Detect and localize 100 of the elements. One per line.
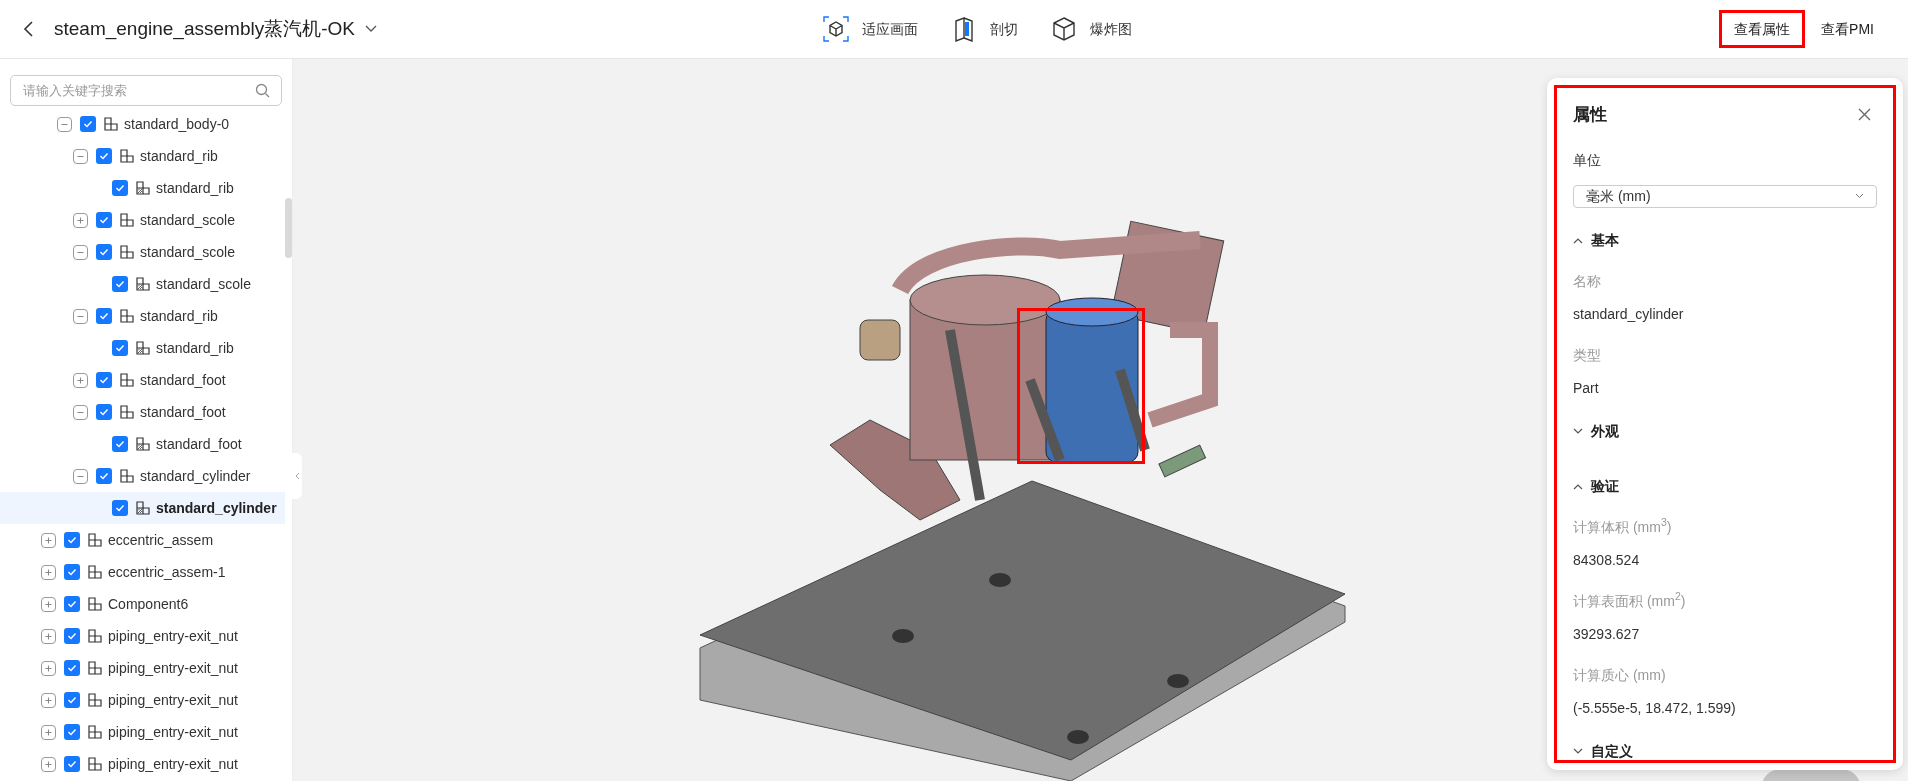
unit-select[interactable]: 毫米 (mm)	[1573, 184, 1877, 208]
tree-row[interactable]: standard_rib	[0, 332, 285, 364]
collapse-toggle[interactable]	[72, 148, 88, 164]
collapse-toggle[interactable]	[72, 244, 88, 260]
tree-row[interactable]: piping_entry-exit_nut	[0, 716, 285, 748]
tree-row[interactable]: eccentric_assem-1	[0, 556, 285, 588]
panel-title: 属性	[1573, 104, 1607, 126]
tree-row[interactable]: piping_entry-exit_nut	[0, 748, 285, 780]
plus-icon	[43, 727, 53, 737]
search-icon[interactable]	[255, 83, 270, 98]
tree-row[interactable]: standard_scole	[0, 268, 285, 300]
tree-row[interactable]: piping_entry-exit_nut	[0, 620, 285, 652]
tree-row[interactable]: standard_scole	[0, 236, 285, 268]
checkbox[interactable]	[96, 308, 112, 324]
collapse-toggle[interactable]	[72, 404, 88, 420]
checkmark-icon	[67, 535, 77, 545]
toolbar-button[interactable]: 剖切	[950, 15, 1018, 43]
section-header[interactable]: 自定义	[1573, 740, 1877, 762]
part-icon	[136, 181, 150, 195]
header-action-button[interactable]: 查看PMI	[1809, 10, 1886, 48]
expand-toggle[interactable]	[40, 756, 56, 772]
tree-row[interactable]: standard_foot	[0, 396, 285, 428]
collapse-toggle[interactable]	[72, 308, 88, 324]
checkbox[interactable]	[96, 212, 112, 228]
tree-row[interactable]: piping_entry-exit_nut	[0, 684, 285, 716]
checkbox[interactable]	[64, 692, 80, 708]
part-icon	[136, 437, 150, 451]
expand-toggle[interactable]	[40, 724, 56, 740]
chevron-down-icon[interactable]	[364, 25, 377, 33]
field-label: 计算体积 (mm$^{3}$)	[1573, 516, 1673, 537]
expand-toggle[interactable]	[40, 564, 56, 580]
plus-icon	[75, 215, 85, 225]
tree-label: standard_rib	[140, 146, 218, 166]
assembly-icon	[104, 117, 118, 131]
checkbox[interactable]	[112, 500, 128, 516]
tree-row[interactable]: standard_body-0	[0, 108, 285, 140]
checkbox[interactable]	[64, 756, 80, 772]
field-value: Part	[1573, 378, 1600, 398]
tree-row[interactable]: Component6	[0, 588, 285, 620]
checkmark-icon	[99, 311, 109, 321]
section-header[interactable]: 基本	[1573, 229, 1877, 251]
plus-icon	[43, 631, 53, 641]
collapse-handle[interactable]	[292, 453, 302, 499]
tree-row[interactable]: standard_cylinder	[0, 460, 285, 492]
expand-toggle[interactable]	[40, 692, 56, 708]
checkbox[interactable]	[64, 660, 80, 676]
checkmark-icon	[115, 279, 125, 289]
checkbox[interactable]	[96, 404, 112, 420]
checkbox[interactable]	[112, 340, 128, 356]
expand-toggle[interactable]	[40, 532, 56, 548]
expand-toggle[interactable]	[40, 596, 56, 612]
tree-row[interactable]: piping_entry-exit_nut	[0, 652, 285, 684]
checkbox[interactable]	[80, 116, 96, 132]
tree-row[interactable]: standard_rib	[0, 140, 285, 172]
checkbox[interactable]	[96, 244, 112, 260]
search-field[interactable]: 请输入关键字搜索	[10, 75, 282, 106]
assembly-icon	[120, 469, 134, 483]
assembly-icon	[120, 213, 134, 227]
tree-row[interactable]: standard_foot	[0, 428, 285, 460]
toolbar-button[interactable]: 适应画面	[822, 15, 918, 43]
checkbox[interactable]	[64, 724, 80, 740]
header-action-button[interactable]: 查看属性	[1719, 10, 1806, 48]
expand-toggle[interactable]	[72, 372, 88, 388]
checkbox[interactable]	[64, 532, 80, 548]
model-title: steam_engine_assembly蒸汽机-OK	[54, 16, 355, 42]
expand-toggle[interactable]	[40, 660, 56, 676]
tree-label: standard_foot	[140, 402, 226, 422]
tree-row[interactable]: eccentric_assem	[0, 524, 285, 556]
tree-row[interactable]: standard_rib	[0, 172, 285, 204]
checkbox[interactable]	[112, 276, 128, 292]
checkbox[interactable]	[96, 148, 112, 164]
checkbox[interactable]	[112, 180, 128, 196]
assembly-icon	[88, 533, 102, 547]
toolbar-button[interactable]: 爆炸图	[1050, 15, 1132, 43]
section-header[interactable]: 验证	[1573, 475, 1877, 497]
checkbox[interactable]	[64, 596, 80, 612]
tree-row[interactable]: standard_scole	[0, 204, 285, 236]
plus-icon	[43, 759, 53, 769]
tree-label: standard_scole	[156, 274, 251, 294]
expand-toggle[interactable]	[72, 212, 88, 228]
tree-row[interactable]: standard_rib	[0, 300, 285, 332]
checkbox[interactable]	[64, 564, 80, 580]
scrollbar-thumb[interactable]	[285, 198, 292, 258]
tree-label: Component6	[108, 594, 189, 614]
close-icon[interactable]	[1858, 108, 1871, 122]
field-label: 计算质心 (mm)	[1573, 665, 1667, 685]
tree-row[interactable]: standard_foot	[0, 364, 285, 396]
expand-toggle[interactable]	[40, 628, 56, 644]
checkbox[interactable]	[64, 628, 80, 644]
tree-row[interactable]: standard_cylinder	[0, 492, 285, 524]
checkbox[interactable]	[96, 372, 112, 388]
checkmark-icon	[99, 247, 109, 257]
collapse-toggle[interactable]	[72, 468, 88, 484]
checkmark-icon	[99, 375, 109, 385]
model-viewport[interactable]: 属性 单位 毫米 (mm) 基本 名称 standard_cylinder 类型 Part 外观 验证 计算体积 (mm$^{3}$) 84308.524 计算表面积 (mm$^{2}$) 39293.627 计算质心 (mm) (-5.555e-5, 18.472, 1.599) 自定义	[293, 59, 1908, 781]
section-header[interactable]: 外观	[1573, 420, 1877, 442]
collapse-toggle[interactable]	[56, 116, 72, 132]
checkbox[interactable]	[96, 468, 112, 484]
checkbox[interactable]	[112, 436, 128, 452]
back-icon[interactable]	[22, 20, 36, 38]
